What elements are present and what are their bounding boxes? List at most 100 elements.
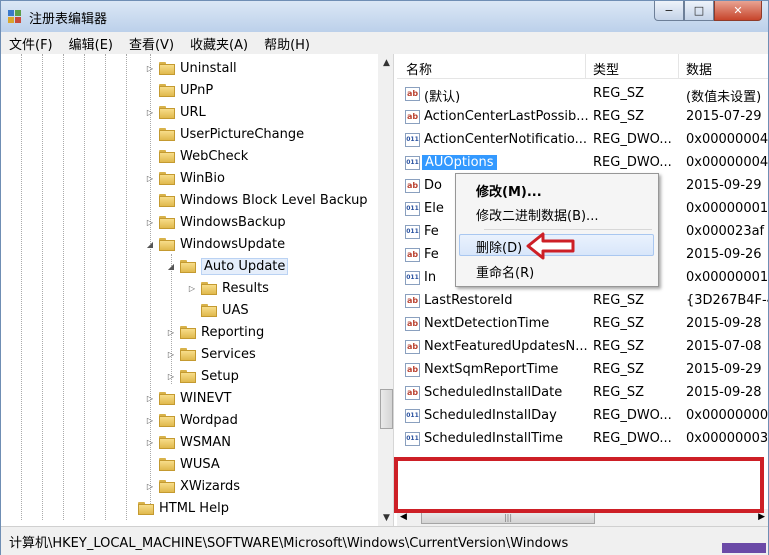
scroll-right-icon[interactable]: ▶ — [758, 512, 765, 522]
tree-item-setup[interactable]: ▷ Setup — [165, 365, 239, 387]
context-item-rename[interactable]: 重命名(R) — [459, 259, 654, 281]
tree-item-label: Setup — [201, 368, 239, 384]
tree-item-html-help[interactable]: HTML Help — [123, 497, 229, 519]
folder-icon — [138, 501, 154, 515]
expand-icon[interactable]: ▷ — [144, 438, 156, 447]
red-arrow-annotation-icon — [526, 232, 575, 260]
tree-item-winbio[interactable]: ▷ WinBio — [144, 167, 225, 189]
folder-icon — [159, 149, 175, 163]
column-header-type[interactable]: 类型 — [593, 59, 619, 78]
value-row[interactable]: ab ActionCenterLastPossib... REG_SZ 2015-07… — [397, 106, 768, 128]
expand-icon[interactable]: ▷ — [165, 350, 177, 359]
expand-icon[interactable]: ▷ — [165, 328, 177, 337]
menu-favorites[interactable]: 收藏夹(A) — [182, 34, 256, 53]
value-row[interactable]: 011 AUOptions REG_DWO... 0x00000004 — [397, 152, 768, 174]
tree-item-winevt[interactable]: ▷ WINEVT — [144, 387, 232, 409]
value-data: 2015-09-29 — [686, 178, 762, 193]
menu-edit[interactable]: 编辑(E) — [61, 34, 121, 53]
tree-item-wsman[interactable]: ▷ WSMAN — [144, 431, 231, 453]
folder-icon — [201, 303, 217, 317]
resize-grip-icon[interactable] — [722, 543, 766, 553]
tree-item-label: UPnP — [180, 82, 214, 98]
binary-value-icon: 011 — [405, 133, 420, 147]
tree-item-webcheck[interactable]: WebCheck — [144, 145, 248, 167]
folder-icon — [159, 127, 175, 141]
menu-file[interactable]: 文件(F) — [1, 34, 61, 53]
tree-item-reporting[interactable]: ▷ Reporting — [165, 321, 264, 343]
value-data: 0x00000001 — [686, 201, 768, 216]
tree-item-wusa[interactable]: WUSA — [144, 453, 220, 475]
expand-icon[interactable]: ▷ — [186, 284, 198, 293]
expand-icon[interactable]: ▷ — [144, 394, 156, 403]
string-value-icon: ab — [405, 87, 420, 101]
folder-icon — [159, 193, 175, 207]
value-data: 2015-09-28 — [686, 385, 762, 400]
value-name: ActionCenterNotificatio... — [424, 132, 587, 147]
tree-item-userpicturechange[interactable]: UserPictureChange — [144, 123, 304, 145]
menu-help[interactable]: 帮助(H) — [256, 34, 318, 53]
binary-value-icon: 011 — [405, 156, 420, 170]
folder-icon — [159, 105, 175, 119]
minimize-button[interactable]: − — [654, 1, 684, 21]
column-header-data[interactable]: 数据 — [686, 59, 712, 78]
value-name: ScheduledInstallDay — [424, 408, 557, 423]
tree-item-uninstall[interactable]: ▷ Uninstall — [144, 57, 237, 79]
value-row[interactable]: ab NextSqmReportTime REG_SZ 2015-09-29 — [397, 359, 768, 381]
tree-item-windowsbackup[interactable]: ▷ WindowsBackup — [144, 211, 286, 233]
folder-icon — [201, 281, 217, 295]
tree-item-url[interactable]: ▷ URL — [144, 101, 206, 123]
folder-icon — [180, 259, 196, 273]
binary-value-icon: 011 — [405, 432, 420, 446]
expand-icon[interactable]: ▷ — [144, 174, 156, 183]
tree-item-auto-update[interactable]: ◢ Auto Update — [165, 255, 289, 277]
tree-item-label: URL — [180, 104, 206, 120]
expand-icon[interactable]: ▷ — [144, 416, 156, 425]
title-bar[interactable]: 注册表编辑器 − □ ✕ — [1, 1, 768, 32]
value-name: ScheduledInstallTime — [424, 431, 563, 446]
menu-view[interactable]: 查看(V) — [121, 34, 182, 53]
value-row[interactable]: 011 ActionCenterNotificatio... REG_DWO... 0… — [397, 129, 768, 151]
scroll-left-icon[interactable]: ◀ — [400, 512, 407, 522]
expand-icon[interactable]: ▷ — [165, 372, 177, 381]
value-row[interactable]: 011 ScheduledInstallTime REG_DWO... 0x00000… — [397, 428, 768, 450]
scroll-thumb[interactable] — [380, 389, 393, 429]
value-row[interactable]: ab ScheduledInstallDate REG_SZ 2015-09-28 — [397, 382, 768, 404]
collapse-icon[interactable]: ◢ — [144, 240, 156, 249]
key-tree: ▷ Uninstall UPnP ▷ URL UserPictureChange W… — [7, 54, 394, 526]
tree-item-wordpad[interactable]: ▷ Wordpad — [144, 409, 238, 431]
context-item-modify-binary[interactable]: 修改二进制数据(B)... — [459, 202, 654, 224]
value-row[interactable]: 011 ScheduledInstallDay REG_DWO... 0x000000… — [397, 405, 768, 427]
value-row[interactable]: ab NextDetectionTime REG_SZ 2015-09-28 — [397, 313, 768, 335]
string-value-icon: ab — [405, 363, 420, 377]
scroll-up-icon[interactable]: ▲ — [378, 54, 393, 71]
tree-item-results[interactable]: ▷ Results — [186, 277, 269, 299]
tree-item-services[interactable]: ▷ Services — [165, 343, 256, 365]
tree-item-windows-block-level-backup[interactable]: Windows Block Level Backup — [144, 189, 368, 211]
expand-icon[interactable]: ▷ — [144, 108, 156, 117]
binary-value-icon: 011 — [405, 202, 420, 216]
value-row[interactable]: ab NextFeaturedUpdatesN... REG_SZ 2015-07-0… — [397, 336, 768, 358]
collapse-icon[interactable]: ◢ — [165, 262, 177, 271]
value-type: REG_SZ — [593, 385, 644, 400]
column-header-name[interactable]: 名称 — [406, 59, 432, 78]
tree-item-windowsupdate[interactable]: ◢ WindowsUpdate — [144, 233, 285, 255]
tree-item-xwizards[interactable]: ▷ XWizards — [144, 475, 240, 497]
value-row[interactable]: ab LastRestoreId REG_SZ {3D267B4F-4 — [397, 290, 768, 312]
maximize-button[interactable]: □ — [684, 1, 714, 21]
expand-icon[interactable]: ▷ — [144, 218, 156, 227]
value-row[interactable]: ab (默认) REG_SZ (数值未设置) — [397, 83, 768, 105]
value-data: (数值未设置) — [686, 90, 762, 105]
folder-icon — [180, 369, 196, 383]
context-item-modify[interactable]: 修改(M)... — [459, 178, 654, 200]
tree-item-upnp[interactable]: UPnP — [144, 79, 213, 101]
scroll-down-icon[interactable]: ▼ — [378, 509, 393, 526]
tree-item-uas[interactable]: UAS — [186, 299, 249, 321]
tree-item-label: WSMAN — [180, 434, 231, 450]
value-name: Ele — [424, 201, 444, 216]
value-name: Do — [424, 178, 442, 193]
expand-icon[interactable]: ▷ — [144, 64, 156, 73]
expand-icon[interactable]: ▷ — [144, 482, 156, 491]
tree-vertical-scrollbar[interactable]: ▲ ▼ — [378, 54, 393, 526]
status-bar: 计算机\HKEY_LOCAL_MACHINE\SOFTWARE\Microsof… — [1, 526, 768, 555]
close-button[interactable]: ✕ — [714, 1, 762, 21]
